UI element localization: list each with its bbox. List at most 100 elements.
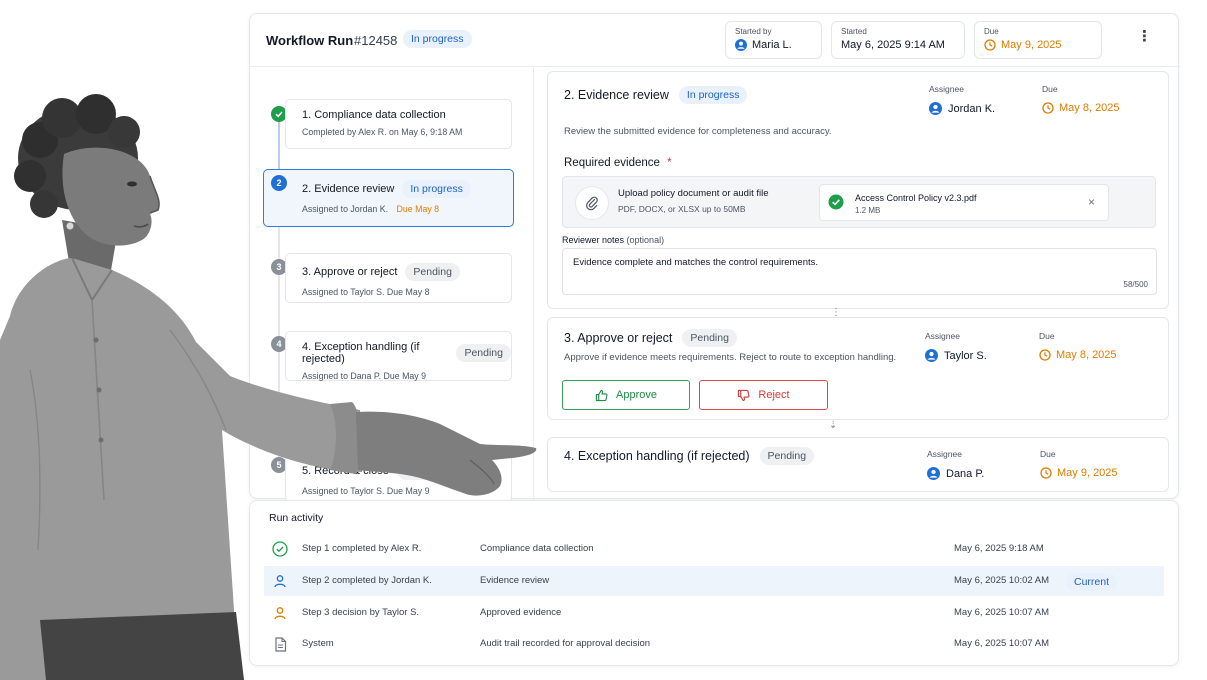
reject-button[interactable]: Reject <box>699 380 828 410</box>
activity-row[interactable]: System Audit trail recorded for approval… <box>264 629 1164 659</box>
required-evidence-label: Required evidence <box>564 157 660 169</box>
activity-desc: Compliance data collection <box>480 543 594 554</box>
review-due-date: May 8, 2025 <box>1059 102 1120 114</box>
approve-reject-title: 3. Approve or reject <box>564 331 673 345</box>
required-asterisk: * <box>667 157 672 169</box>
document-icon <box>272 636 288 652</box>
user-avatar-icon <box>929 102 942 115</box>
activity-text: System <box>302 638 334 649</box>
activity-time: May 6, 2025 10:07 AM <box>954 638 1050 649</box>
exception-handling-panel: 4. Exception handling (if rejected) Pend… <box>547 437 1169 492</box>
review-due: May 8, 2025 <box>1042 102 1120 114</box>
activity-row[interactable]: Step 3 decision by Taylor S. Approved ev… <box>264 598 1164 628</box>
step-1-sub: Completed by Alex R. on May 6, 9:18 AM <box>302 127 463 137</box>
approve-button-label: Approve <box>616 389 657 401</box>
clock-icon <box>1042 102 1054 114</box>
evidence-review-title: 2. Evidence review <box>564 88 669 102</box>
run-activity-card: Run activity Step 1 completed by Alex R.… <box>249 500 1179 666</box>
approve-reject-panel: 3. Approve or reject Pending Assignee Ta… <box>547 317 1169 420</box>
started-value: May 6, 2025 9:14 AM <box>841 39 945 51</box>
exception-heading: 4. Exception handling (if rejected) Pend… <box>564 447 815 465</box>
more-vertical-icon[interactable]: ⋮ <box>1137 29 1152 44</box>
approve-reject-heading: 3. Approve or reject Pending <box>564 329 737 347</box>
approve-assignee: Taylor S. <box>925 349 987 362</box>
activity-desc: Audit trail recorded for approval decisi… <box>480 638 651 649</box>
run-id: #12458 <box>354 33 398 48</box>
uploaded-file-name: Access Control Policy v2.3.pdf <box>855 193 977 203</box>
reviewer-notes-textarea[interactable]: Evidence complete and matches the contro… <box>562 248 1157 295</box>
review-assignee: Jordan K. <box>929 102 995 115</box>
started-by-name: Maria L. <box>752 39 792 51</box>
check-circle-icon <box>272 541 288 557</box>
exception-badge: Pending <box>759 447 815 465</box>
due-label: Due <box>984 27 999 36</box>
step-4-title: 4. Exception handling (if rejected) <box>302 341 420 365</box>
activity-row[interactable]: Step 1 completed by Alex R. Compliance d… <box>264 534 1164 564</box>
steps-sidebar: 1. Compliance data collection Completed … <box>250 68 534 502</box>
approve-due-label: Due <box>1039 331 1055 341</box>
reject-button-label: Reject <box>758 389 790 401</box>
clock-icon <box>984 39 996 51</box>
activity-time: May 6, 2025 10:07 AM <box>954 607 1050 618</box>
evidence-review-panel: 2. Evidence review In progress Assignee … <box>547 71 1169 309</box>
user-icon <box>272 605 288 621</box>
started-by-box: Started by Maria L. <box>725 21 822 59</box>
step-card-1[interactable]: 1. Compliance data collection Completed … <box>285 99 512 149</box>
due-value: May 9, 2025 <box>984 39 1092 51</box>
exception-assignee-label: Assignee <box>927 449 962 459</box>
started-box: Started May 6, 2025 9:14 AM <box>831 21 965 59</box>
evidence-review-heading: 2. Evidence review In progress <box>564 86 748 104</box>
approve-due: May 8, 2025 <box>1039 349 1117 361</box>
exception-assignee-name: Dana P. <box>946 467 985 480</box>
connector-arrow-down-icon: ⇣ <box>829 420 838 431</box>
activity-text: Step 3 decision by Taylor S. <box>302 607 420 618</box>
exception-due-label: Due <box>1040 449 1056 459</box>
reviewer-notes-optional: (optional) <box>626 235 665 245</box>
step-3-status-badge: Pending <box>405 263 460 281</box>
evidence-review-badge: In progress <box>678 86 748 104</box>
step-1-title: 1. Compliance data collection <box>302 109 446 121</box>
review-due-label: Due <box>1042 84 1058 94</box>
uploaded-file-size: 1.2 MB <box>855 206 881 215</box>
upload-dropzone[interactable]: Upload policy document or audit file PDF… <box>562 176 1156 228</box>
step-2-number: 2 <box>271 175 287 191</box>
thumbs-down-icon <box>738 389 750 401</box>
step-5-status-badge: Pending <box>396 462 452 480</box>
approve-assignee-name: Taylor S. <box>944 349 987 362</box>
uploaded-file-card: Access Control Policy v2.3.pdf 1.2 MB × <box>819 184 1109 221</box>
step-card-4[interactable]: 4. Exception handling (if rejected) Pend… <box>285 331 512 381</box>
hair <box>14 94 140 218</box>
due-date: May 9, 2025 <box>1001 39 1062 51</box>
reviewer-notes-label: Reviewer notes <box>562 235 625 245</box>
step-3-title: 3. Approve or reject <box>302 266 398 278</box>
thumbs-up-icon <box>595 389 608 401</box>
activity-desc: Approved evidence <box>480 607 562 618</box>
step-2-assignee: Assigned to Jordan K. <box>302 204 389 214</box>
required-evidence-heading: Required evidence * <box>564 157 672 169</box>
remove-file-close-icon[interactable]: × <box>1088 195 1095 209</box>
approve-button[interactable]: Approve <box>562 380 690 410</box>
step-card-3[interactable]: 3. Approve or reject Pending Assigned to… <box>285 253 512 303</box>
run-status-badge: In progress <box>403 30 472 48</box>
activity-row-current[interactable]: Step 2 completed by Jordan K. Evidence r… <box>264 566 1164 596</box>
user-avatar-icon <box>735 39 747 51</box>
step-2-status-badge: In progress <box>402 180 471 198</box>
upload-hint: PDF, DOCX, or XLSX up to 50MB <box>618 204 746 214</box>
run-header: Workflow Run #12458 In progress Started … <box>250 14 1180 67</box>
approve-description: Approve if evidence meets requirements. … <box>564 352 897 363</box>
approve-assignee-label: Assignee <box>925 331 960 341</box>
reviewer-notes-heading: Reviewer notes (optional) <box>562 235 664 245</box>
activity-desc: Evidence review <box>480 575 550 586</box>
step-card-5[interactable]: 5. Record & close Pending Assigned to Ta… <box>285 452 512 502</box>
current-badge: Current <box>1066 573 1118 591</box>
step-4-status-badge: Pending <box>456 344 511 362</box>
activity-time: May 6, 2025 9:18 AM <box>954 543 1044 554</box>
step-2-title: 2. Evidence review <box>302 183 395 195</box>
started-by-label: Started by <box>735 27 772 36</box>
approve-due-date: May 8, 2025 <box>1056 349 1117 361</box>
review-assignee-name: Jordan K. <box>948 102 996 115</box>
step-card-2[interactable]: 2. Evidence review In progress Assigned … <box>263 169 514 227</box>
workflow-run-window: Workflow Run #12458 In progress Started … <box>249 13 1180 502</box>
activity-text: Step 1 completed by Alex R. <box>302 543 422 554</box>
user-avatar-icon <box>927 467 940 480</box>
